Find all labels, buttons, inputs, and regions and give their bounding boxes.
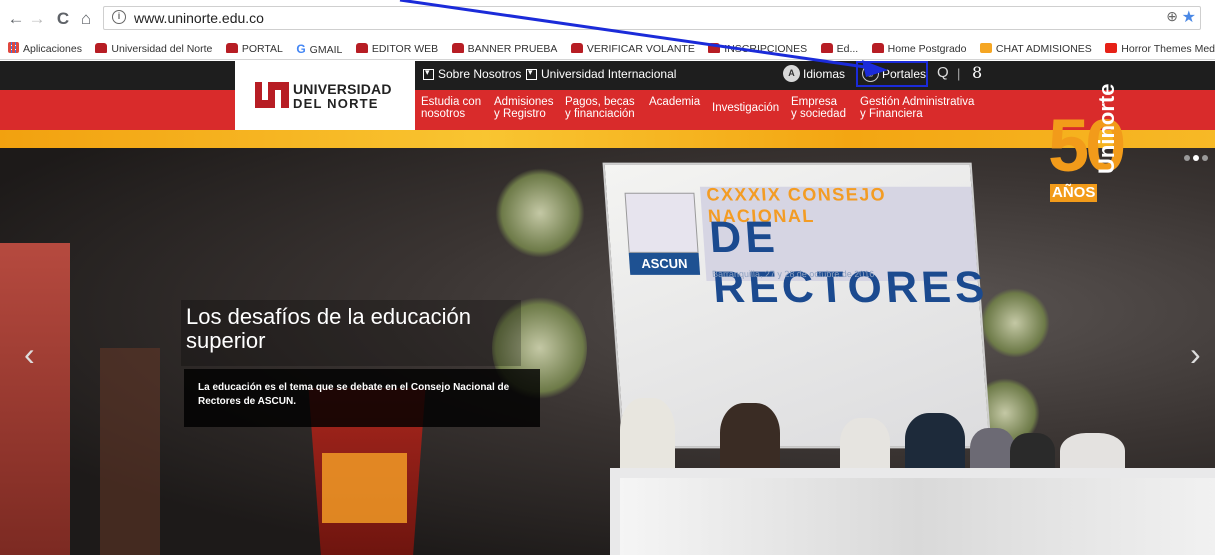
- person-image: [720, 403, 780, 478]
- un-icon: [708, 43, 721, 53]
- un-icon: [355, 43, 368, 53]
- hero-description[interactable]: La educación es el tema que se debate en…: [198, 381, 518, 409]
- search-icon[interactable]: Q: [937, 64, 949, 81]
- apps-icon: [8, 42, 19, 53]
- screen-line3: Barranquilla, 27 y 28 de octubre de 2016: [711, 268, 875, 279]
- screen-line2: DE RECTORES: [707, 212, 990, 313]
- gold-stripe: [0, 130, 1215, 148]
- bookmark-aplicaciones[interactable]: Aplicaciones: [8, 38, 82, 59]
- slide-dot[interactable]: [1202, 155, 1208, 161]
- un-icon: [820, 43, 833, 53]
- portales-link[interactable]: ☺ Portales: [862, 65, 926, 82]
- browser-toolbar: ← → C ⌂ i www.uninorte.edu.co ⊕ ★: [0, 0, 1215, 38]
- badge-anos: AÑOS: [1050, 184, 1098, 202]
- bookmark-chat-admisiones[interactable]: CHAT ADMISIONES: [979, 38, 1092, 59]
- bookmark-horror-themes[interactable]: Horror Themes Medle: [1105, 38, 1215, 59]
- address-bar[interactable]: i www.uninorte.edu.co ⊕ ★: [103, 6, 1201, 30]
- menu-investigacion[interactable]: Investigación: [712, 102, 779, 114]
- hero-title[interactable]: Los desafíos de la educación superior: [186, 305, 471, 353]
- user-icon: ☺: [862, 65, 879, 82]
- bookmark-ed[interactable]: Ed...: [820, 38, 858, 59]
- bookmark-inscripciones[interactable]: INSCRIPCIONES: [708, 38, 807, 59]
- slide-dot-active[interactable]: [1193, 155, 1199, 161]
- home-button[interactable]: ⌂: [76, 9, 96, 29]
- menu-pagos[interactable]: Pagos, becas y financiación: [565, 96, 635, 120]
- menu-estudia[interactable]: Estudia con nosotros: [421, 96, 481, 120]
- prev-slide-arrow[interactable]: ‹: [24, 336, 35, 373]
- un-icon: [451, 43, 464, 53]
- bookmark-editor-web[interactable]: EDITOR WEB: [355, 38, 438, 59]
- bookmark-home-postgrado[interactable]: Home Postgrado: [871, 38, 966, 59]
- google-plus-icon[interactable]: 8: [972, 63, 982, 82]
- tablecloth-image: [620, 478, 1215, 555]
- menu-empresa[interactable]: Empresa y sociedad: [791, 96, 846, 120]
- sobre-nosotros-link[interactable]: Sobre Nosotros: [423, 67, 521, 81]
- youtube-icon: [1105, 43, 1118, 53]
- banner-left-image: [0, 243, 70, 555]
- un-icon: [225, 43, 238, 53]
- plant-image: [495, 168, 585, 258]
- info-icon[interactable]: i: [112, 10, 126, 24]
- next-slide-arrow[interactable]: ›: [1190, 336, 1201, 373]
- google-icon: G: [296, 42, 306, 56]
- bookmark-verificar-volante[interactable]: VERIFICAR VOLANTE: [570, 38, 695, 59]
- plant-image: [980, 288, 1050, 358]
- separator: |: [957, 66, 961, 81]
- bookmark-gmail[interactable]: G GMAIL: [296, 38, 342, 59]
- 50-anos-badge[interactable]: 50 AÑOS Uninorte: [1048, 84, 1140, 213]
- universidad-internacional-link[interactable]: Universidad Internacional: [526, 67, 676, 81]
- forward-button[interactable]: →: [27, 9, 47, 29]
- chat-icon: [979, 43, 992, 53]
- back-button[interactable]: ←: [6, 9, 26, 29]
- logo-line1: UNIVERSIDAD: [293, 81, 392, 97]
- idiomas-link[interactable]: A Idiomas: [783, 65, 845, 82]
- zoom-icon[interactable]: ⊕: [1166, 8, 1178, 25]
- logo-line2: DEL NORTE: [293, 96, 379, 111]
- menu-gestion[interactable]: Gestión Administrativa y Financiera: [860, 96, 974, 120]
- dropdown-square-icon: [526, 67, 537, 80]
- ascun-logo-icon: [624, 192, 699, 253]
- menu-academia[interactable]: Academia: [649, 96, 700, 108]
- bookmark-star-icon[interactable]: ★: [1182, 7, 1196, 27]
- language-icon: A: [783, 65, 800, 82]
- hero-slider[interactable]: ASCUN CXXXIX CONSEJO NACIONAL DE RECTORE…: [0, 148, 1215, 555]
- banner-mid-image: [100, 348, 160, 555]
- bookmark-portal[interactable]: PORTAL: [225, 38, 283, 59]
- un-icon: [95, 43, 108, 53]
- screen-org: ASCUN: [628, 252, 701, 275]
- reload-button[interactable]: C: [53, 9, 73, 29]
- slider-dots: [1184, 155, 1208, 161]
- badge-brand: Uninorte: [1094, 83, 1119, 174]
- bookmark-banner-prueba[interactable]: BANNER PRUEBA: [451, 38, 557, 59]
- url-text[interactable]: www.uninorte.edu.co: [134, 10, 264, 26]
- un-icon: [871, 43, 884, 53]
- un-icon: [570, 43, 583, 53]
- bookmarks-bar: Aplicaciones Universidad del Norte PORTA…: [0, 38, 1215, 60]
- website: UNIVERSIDAD DEL NORTE Sobre Nosotros Uni…: [0, 61, 1215, 555]
- dropdown-square-icon: [423, 67, 434, 80]
- menu-admisiones[interactable]: Admisiones y Registro: [494, 96, 553, 120]
- podium-logo: [322, 453, 407, 523]
- university-logo[interactable]: UNIVERSIDAD DEL NORTE: [235, 61, 415, 130]
- un-logo-icon: [255, 82, 289, 108]
- slide-dot[interactable]: [1184, 155, 1190, 161]
- person-image: [620, 398, 675, 478]
- bookmark-universidad[interactable]: Universidad del Norte: [95, 38, 212, 59]
